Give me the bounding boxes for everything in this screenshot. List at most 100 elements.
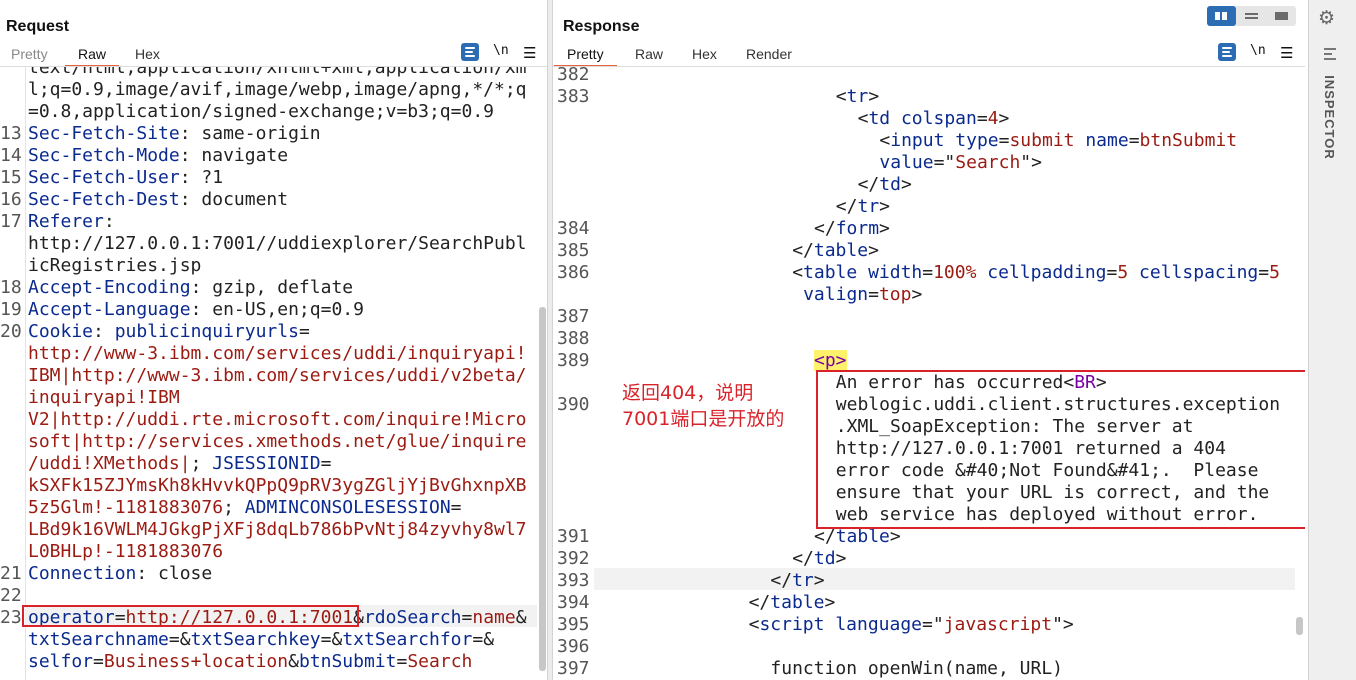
response-tab-render[interactable]: Render	[746, 46, 792, 62]
code-text: Connection: close	[28, 563, 212, 585]
code-token: </	[814, 526, 836, 547]
code-token: tr	[857, 196, 880, 217]
error-message-highlight-box	[816, 370, 1305, 529]
response-title: Response	[563, 18, 640, 35]
code-token: kSXFk15ZJYmsKh8kHvvkQPpQ9pRV3ygZGljYjBvG…	[28, 475, 527, 496]
line-number: 389	[557, 350, 590, 371]
code-token: Accept-Encoding	[28, 277, 191, 298]
line-number: 382	[557, 67, 590, 85]
line-number: 387	[557, 306, 590, 327]
code-token: Sec-Fetch-Site	[28, 123, 180, 144]
code-token: >	[824, 592, 836, 613]
code-token: >	[868, 86, 880, 107]
code-token: Connection	[28, 563, 137, 584]
code-token: inquiryapi!IBM	[28, 387, 180, 408]
code-token: >	[889, 526, 901, 547]
code-line: soft|http://services.xmethods.net/glue/i…	[0, 431, 547, 453]
pretty-print-icon[interactable]	[1218, 43, 1236, 61]
code-line: 387	[553, 306, 1305, 328]
code-token: &	[515, 607, 527, 628]
line-number: 395	[557, 614, 590, 635]
code-token: </	[857, 174, 880, 195]
response-tab-raw[interactable]: Raw	[635, 46, 663, 62]
code-token: btnSubmit	[1139, 130, 1238, 151]
request-tab-hex[interactable]: Hex	[135, 46, 160, 62]
code-token: <	[857, 108, 869, 129]
code-token: value	[879, 152, 934, 173]
layout-side-by-side-button[interactable]	[1207, 6, 1236, 26]
menu-icon[interactable]: ☰	[1280, 44, 1293, 62]
inspector-tab[interactable]: INSPECTOR	[1321, 70, 1343, 170]
code-token: name	[472, 607, 516, 628]
request-editor[interactable]: text/html,application/xhtml+xml,applicat…	[0, 67, 547, 680]
annotation-note: 返回404，说明 7001端口是开放的	[622, 380, 784, 432]
layout-tabs-button[interactable]	[1267, 6, 1296, 26]
code-token: colspan	[900, 108, 977, 129]
code-text: Sec-Fetch-Dest: document	[28, 189, 288, 211]
code-token: ;	[190, 453, 213, 474]
layout-toggle	[1207, 6, 1296, 26]
code-line: 22	[0, 585, 547, 607]
code-token: ="	[933, 152, 956, 173]
menu-icon[interactable]: ☰	[523, 44, 536, 62]
request-tab-raw[interactable]: Raw	[64, 46, 120, 67]
code-token: txtSearchfor	[342, 629, 473, 650]
code-text: Sec-Fetch-Site: same-origin	[28, 123, 321, 145]
code-token: =	[868, 284, 879, 305]
line-number: 397	[557, 658, 590, 679]
code-line: 385 </table>	[553, 240, 1305, 262]
code-token: tr	[792, 570, 814, 591]
code-text: txtSearchname=&txtSearchkey=&txtSearchfo…	[28, 629, 494, 651]
line-number: 20	[0, 321, 22, 342]
code-token: icRegistries.jsp	[28, 255, 202, 276]
code-token: txtSearchkey	[190, 629, 321, 650]
code-token: >	[998, 108, 1010, 129]
code-text: <script language="javascript">	[749, 614, 1074, 636]
code-token: Referer	[28, 211, 104, 232]
code-token: : navigate	[179, 145, 289, 166]
newline-icon[interactable]: \n	[1250, 43, 1266, 58]
code-text: Sec-Fetch-User: ?1	[28, 167, 223, 189]
code-line: 14 Sec-Fetch-Mode: navigate	[0, 145, 547, 167]
layout-stacked-button[interactable]	[1237, 6, 1266, 26]
code-token: <	[835, 86, 847, 107]
code-line: valign=top>	[553, 284, 1305, 306]
code-token: table	[813, 240, 869, 261]
response-tab-pretty[interactable]: Pretty	[554, 46, 617, 67]
code-token: input	[890, 130, 945, 151]
response-scrollbar[interactable]	[1296, 617, 1303, 635]
code-token: >	[879, 218, 890, 239]
newline-icon[interactable]: \n	[493, 43, 509, 58]
request-scrollbar[interactable]	[539, 307, 546, 671]
request-tab-pretty[interactable]: Pretty	[11, 46, 48, 62]
code-token: Sec-Fetch-Mode	[28, 145, 180, 166]
gear-icon[interactable]: ⚙	[1318, 7, 1335, 30]
code-token: cellpadding	[987, 262, 1107, 283]
line-number: 392	[557, 548, 590, 569]
code-token: : gzip, deflate	[190, 277, 354, 298]
inspector-label: INSPECTOR	[1321, 75, 1337, 160]
list-icon[interactable]	[1324, 48, 1336, 63]
code-token: : en-US,en;q=0.9	[190, 299, 364, 320]
code-token: script	[759, 614, 825, 635]
code-line: IBM|http://www-3.ibm.com/services/uddi/v…	[0, 365, 547, 387]
code-line: 389 <p>	[553, 350, 1305, 372]
code-token: <	[879, 130, 891, 151]
code-token: =&	[320, 629, 343, 650]
code-line: 17 Referer:	[0, 211, 547, 233]
code-line: <td colspan=4>	[553, 108, 1305, 130]
code-token: table	[835, 526, 890, 547]
line-number: 385	[557, 240, 590, 261]
code-token: </	[835, 196, 858, 217]
code-line: 16 Sec-Fetch-Dest: document	[0, 189, 547, 211]
code-token: : close	[136, 563, 213, 584]
code-line: http://www-3.ibm.com/services/uddi/inqui…	[0, 343, 547, 365]
pretty-print-icon[interactable]	[461, 43, 479, 61]
response-tab-hex[interactable]: Hex	[692, 46, 717, 62]
code-token: </	[748, 592, 771, 613]
code-text: </table>	[792, 240, 879, 262]
code-text: Sec-Fetch-Mode: navigate	[28, 145, 288, 167]
code-line: L0BHLp!-1181883076	[0, 541, 547, 563]
